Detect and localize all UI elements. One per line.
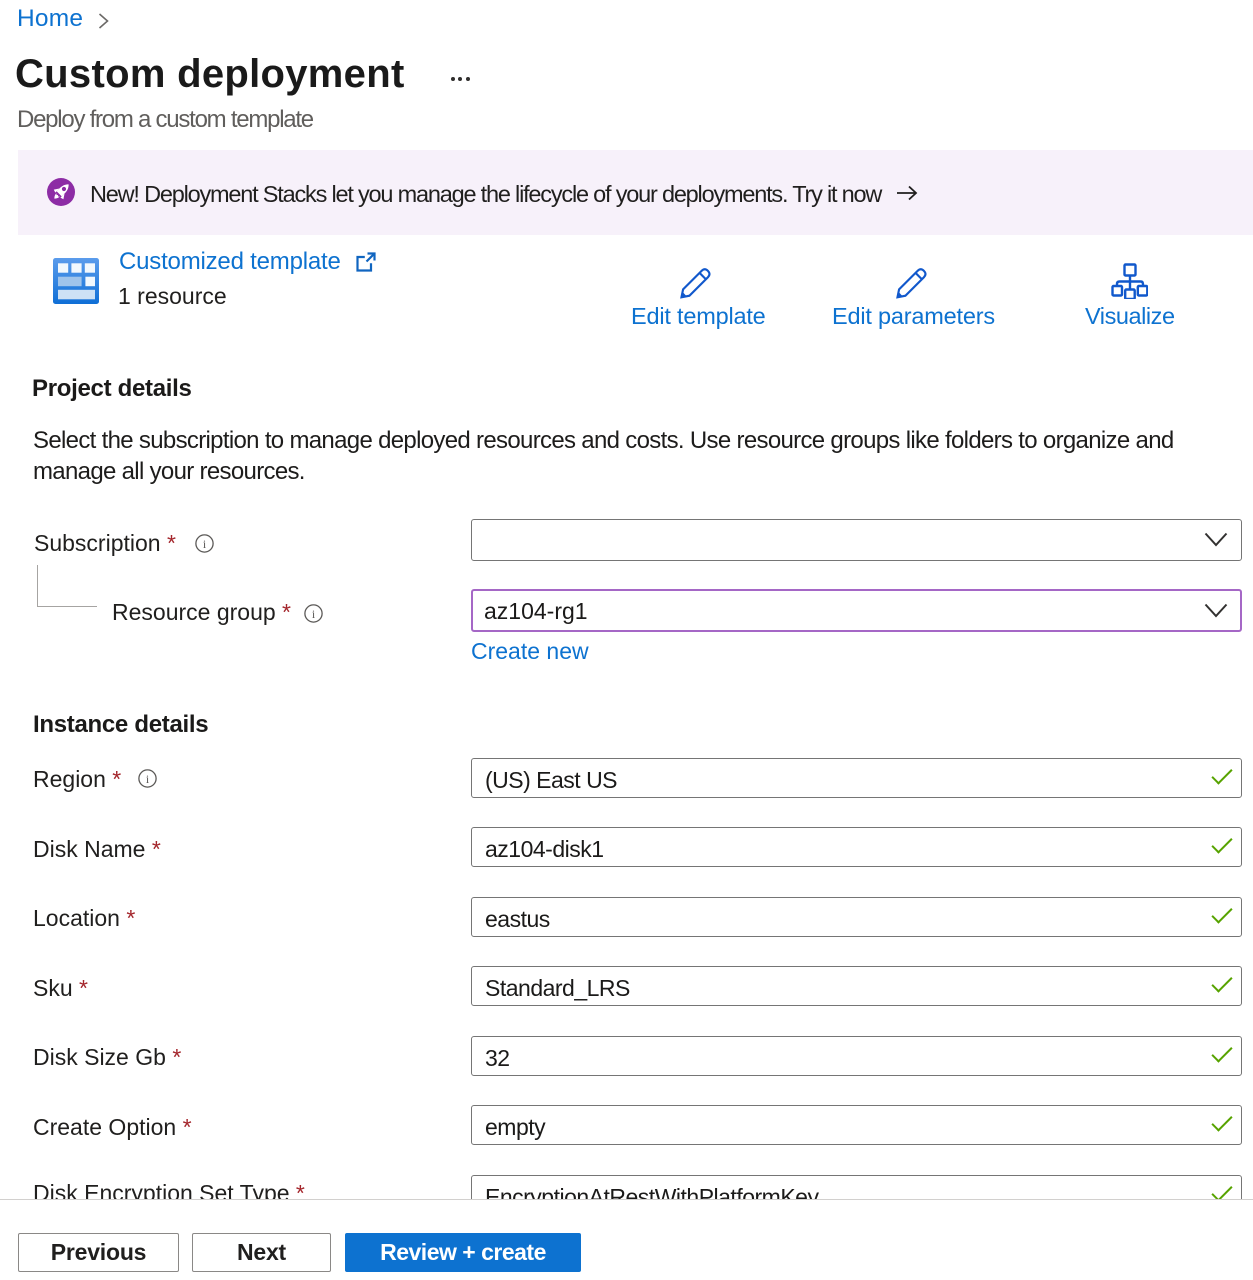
svg-text:i: i <box>312 607 316 621</box>
svg-text:i: i <box>203 537 207 551</box>
svg-text:i: i <box>146 772 150 786</box>
